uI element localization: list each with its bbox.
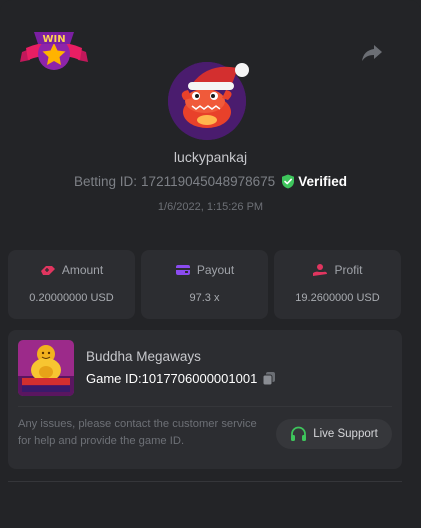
amount-coin-icon — [40, 266, 55, 275]
stats-row: Amount 0.20000000 USD Payout 97.3 x Prof… — [8, 250, 402, 319]
share-arrow-icon[interactable] — [360, 42, 384, 64]
profit-hand-icon — [313, 264, 328, 276]
avatar — [168, 62, 249, 140]
stat-amount-value: 0.20000000 USD — [29, 292, 114, 304]
live-support-label: Live Support — [313, 428, 378, 440]
stat-amount: Amount 0.20000000 USD — [8, 250, 135, 319]
win-badge-icon: WIN — [18, 26, 90, 80]
game-card: Buddha Megaways Game ID: 101770600000100… — [8, 330, 402, 469]
bottom-divider — [8, 481, 402, 482]
verified-shield-icon — [282, 174, 295, 189]
svg-text:WIN: WIN — [42, 34, 65, 45]
live-support-button[interactable]: Live Support — [276, 419, 392, 449]
stat-profit-value: 19.2600000 USD — [295, 292, 380, 304]
game-id-value: 1017706000001001 — [141, 371, 258, 386]
buddha-megaways-thumbnail-icon[interactable] — [18, 340, 74, 396]
verified-label: Verified — [298, 174, 347, 189]
betting-id-row: Betting ID: 172119045048978675 Verified — [0, 174, 421, 189]
betting-id-label: Betting ID: — [74, 174, 138, 189]
card-divider — [18, 406, 392, 407]
bet-details-panel: WIN luckypankaj Betting ID: 172119045048… — [0, 0, 421, 528]
support-hint-text: Any issues, please contact the customer … — [18, 418, 257, 447]
payout-wallet-icon — [175, 265, 190, 275]
stat-profit: Profit 19.2600000 USD — [274, 250, 401, 319]
betting-id-value: 172119045048978675 — [141, 174, 276, 189]
username: luckypankaj — [173, 149, 248, 165]
game-name: Buddha Megaways — [86, 349, 201, 364]
stat-payout-label: Payout — [196, 263, 235, 277]
game-id-row: Game ID: 1017706000001001 — [86, 371, 276, 386]
stat-profit-label: Profit — [334, 263, 363, 277]
game-id-label: Game ID: — [86, 371, 142, 386]
stat-amount-label: Amount — [61, 263, 104, 277]
stat-payout-value: 97.3 x — [189, 292, 220, 304]
stat-payout: Payout 97.3 x — [141, 250, 268, 319]
bet-timestamp: 1/6/2022, 1:15:26 PM — [157, 201, 264, 213]
copy-icon[interactable] — [262, 371, 276, 386]
headset-icon — [291, 426, 307, 441]
